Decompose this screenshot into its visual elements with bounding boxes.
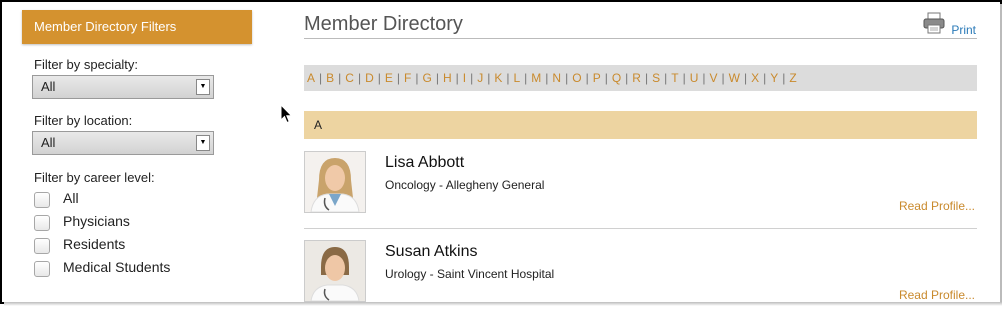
checkbox[interactable] — [34, 192, 50, 208]
filters-header: Member Directory Filters — [22, 10, 252, 44]
career-option-label: All — [63, 190, 79, 206]
alphabet-letter-o[interactable]: O — [572, 71, 581, 85]
alphabet-letter-a[interactable]: A — [307, 71, 315, 85]
alphabet-separator: | — [396, 71, 401, 85]
alphabet-separator: | — [682, 71, 686, 85]
checkbox[interactable] — [34, 215, 50, 231]
location-select-value: All — [41, 135, 56, 150]
alphabet-letter-u[interactable]: U — [690, 71, 699, 85]
checkbox[interactable] — [34, 238, 50, 254]
alphabet-letter-r[interactable]: R — [632, 71, 641, 85]
alphabet-letter-i[interactable]: I — [463, 71, 466, 85]
career-option-label: Residents — [63, 236, 126, 252]
read-profile-link[interactable]: Read Profile... — [899, 288, 975, 302]
page-title: Member Directory — [304, 13, 463, 35]
print-label[interactable]: Print — [951, 23, 976, 37]
alphabet-letter-w[interactable]: W — [729, 71, 740, 85]
alphabet-letter-n[interactable]: N — [552, 71, 561, 85]
alphabet-separator: | — [565, 71, 569, 85]
alphabet-letter-k[interactable]: K — [494, 71, 502, 85]
read-profile-link[interactable]: Read Profile... — [899, 199, 975, 213]
alphabet-letter-c[interactable]: C — [345, 71, 354, 85]
chevron-down-icon[interactable]: ▼ — [196, 79, 210, 95]
location-filter-label: Filter by location: — [34, 113, 133, 128]
member-card: Susan Atkins Urology - Saint Vincent Hos… — [304, 240, 977, 302]
alphabet-letter-e[interactable]: E — [385, 71, 393, 85]
alphabet-letter-g[interactable]: G — [422, 71, 431, 85]
alphabet-separator: | — [782, 71, 786, 85]
alphabet-separator: | — [585, 71, 589, 85]
alphabet-separator: | — [357, 71, 362, 85]
alphabet-separator: | — [338, 71, 342, 85]
print-button[interactable]: Print — [917, 12, 977, 38]
alphabet-separator: | — [763, 71, 767, 85]
alphabet-letter-h[interactable]: H — [443, 71, 452, 85]
member-divider — [304, 228, 977, 229]
avatar[interactable] — [304, 240, 366, 302]
location-select[interactable]: All ▼ — [32, 131, 214, 155]
alphabet-separator: | — [721, 71, 725, 85]
alphabet-letter-j[interactable]: J — [477, 71, 483, 85]
alphabet-letter-l[interactable]: L — [513, 71, 520, 85]
alphabet-letter-f[interactable]: F — [404, 71, 411, 85]
app-window: Member Directory Filters Filter by speci… — [0, 0, 1002, 304]
checkbox[interactable] — [34, 261, 50, 277]
alphabet-filter-bar: A | B | C | D | E | F | G | H | I | J | K | L | M | N | O | P | Q | R | S | T |… — [304, 65, 977, 91]
specialty-select[interactable]: All ▼ — [32, 75, 214, 99]
alphabet-separator: | — [506, 71, 510, 85]
member-specialty-hospital: Urology - Saint Vincent Hospital — [385, 267, 555, 281]
alphabet-letter-y[interactable]: Y — [770, 71, 778, 85]
alphabet-letter-d[interactable]: D — [365, 71, 374, 85]
member-specialty-hospital: Oncology - Allegheny General — [385, 178, 545, 192]
chevron-down-icon[interactable]: ▼ — [196, 135, 210, 151]
alphabet-letter-t[interactable]: T — [671, 71, 678, 85]
alphabet-separator: | — [524, 71, 528, 85]
alphabet-separator: | — [604, 71, 608, 85]
alphabet-separator: | — [435, 71, 439, 85]
alphabet-letter-b[interactable]: B — [326, 71, 334, 85]
alphabet-separator: | — [377, 71, 381, 85]
window-shadow — [4, 302, 1002, 306]
alphabet-letter-p[interactable]: P — [593, 71, 601, 85]
alphabet-letter-x[interactable]: X — [751, 71, 759, 85]
alphabet-separator: | — [664, 71, 668, 85]
member-name: Susan Atkins — [385, 243, 478, 260]
printer-icon[interactable] — [923, 12, 945, 34]
member-card: Lisa Abbott Oncology - Allegheny General… — [304, 151, 977, 231]
alphabet-separator: | — [625, 71, 629, 85]
section-header: A — [304, 111, 977, 139]
alphabet-separator: | — [644, 71, 649, 85]
filters-sidebar: Member Directory Filters Filter by speci… — [22, 10, 252, 277]
alphabet-separator: | — [702, 71, 706, 85]
directory-main: Member Directory Print A | B | C | D | E | F | G | H | I… — [304, 2, 977, 302]
career-filter-label: Filter by career level: — [34, 170, 155, 185]
career-option-label: Physicians — [63, 213, 130, 229]
specialty-select-value: All — [41, 79, 56, 94]
title-divider — [304, 38, 977, 39]
alphabet-separator: | — [743, 71, 748, 85]
alphabet-separator: | — [455, 71, 459, 85]
alphabet-separator: | — [487, 71, 491, 85]
alphabet-letter-v[interactable]: V — [710, 71, 718, 85]
avatar[interactable] — [304, 151, 366, 213]
alphabet-letter-m[interactable]: M — [531, 71, 541, 85]
alphabet-letter-z[interactable]: Z — [789, 71, 796, 85]
alphabet-separator: | — [415, 71, 419, 85]
alphabet-separator: | — [319, 71, 323, 85]
alphabet-separator: | — [545, 71, 549, 85]
alphabet-letter-q[interactable]: Q — [612, 71, 621, 85]
alphabet-letter-s[interactable]: S — [652, 71, 660, 85]
mouse-cursor-icon — [280, 104, 293, 124]
member-name: Lisa Abbott — [385, 154, 465, 171]
career-option-label: Medical Students — [63, 259, 171, 275]
alphabet-separator: | — [470, 71, 474, 85]
specialty-filter-label: Filter by specialty: — [34, 57, 139, 72]
